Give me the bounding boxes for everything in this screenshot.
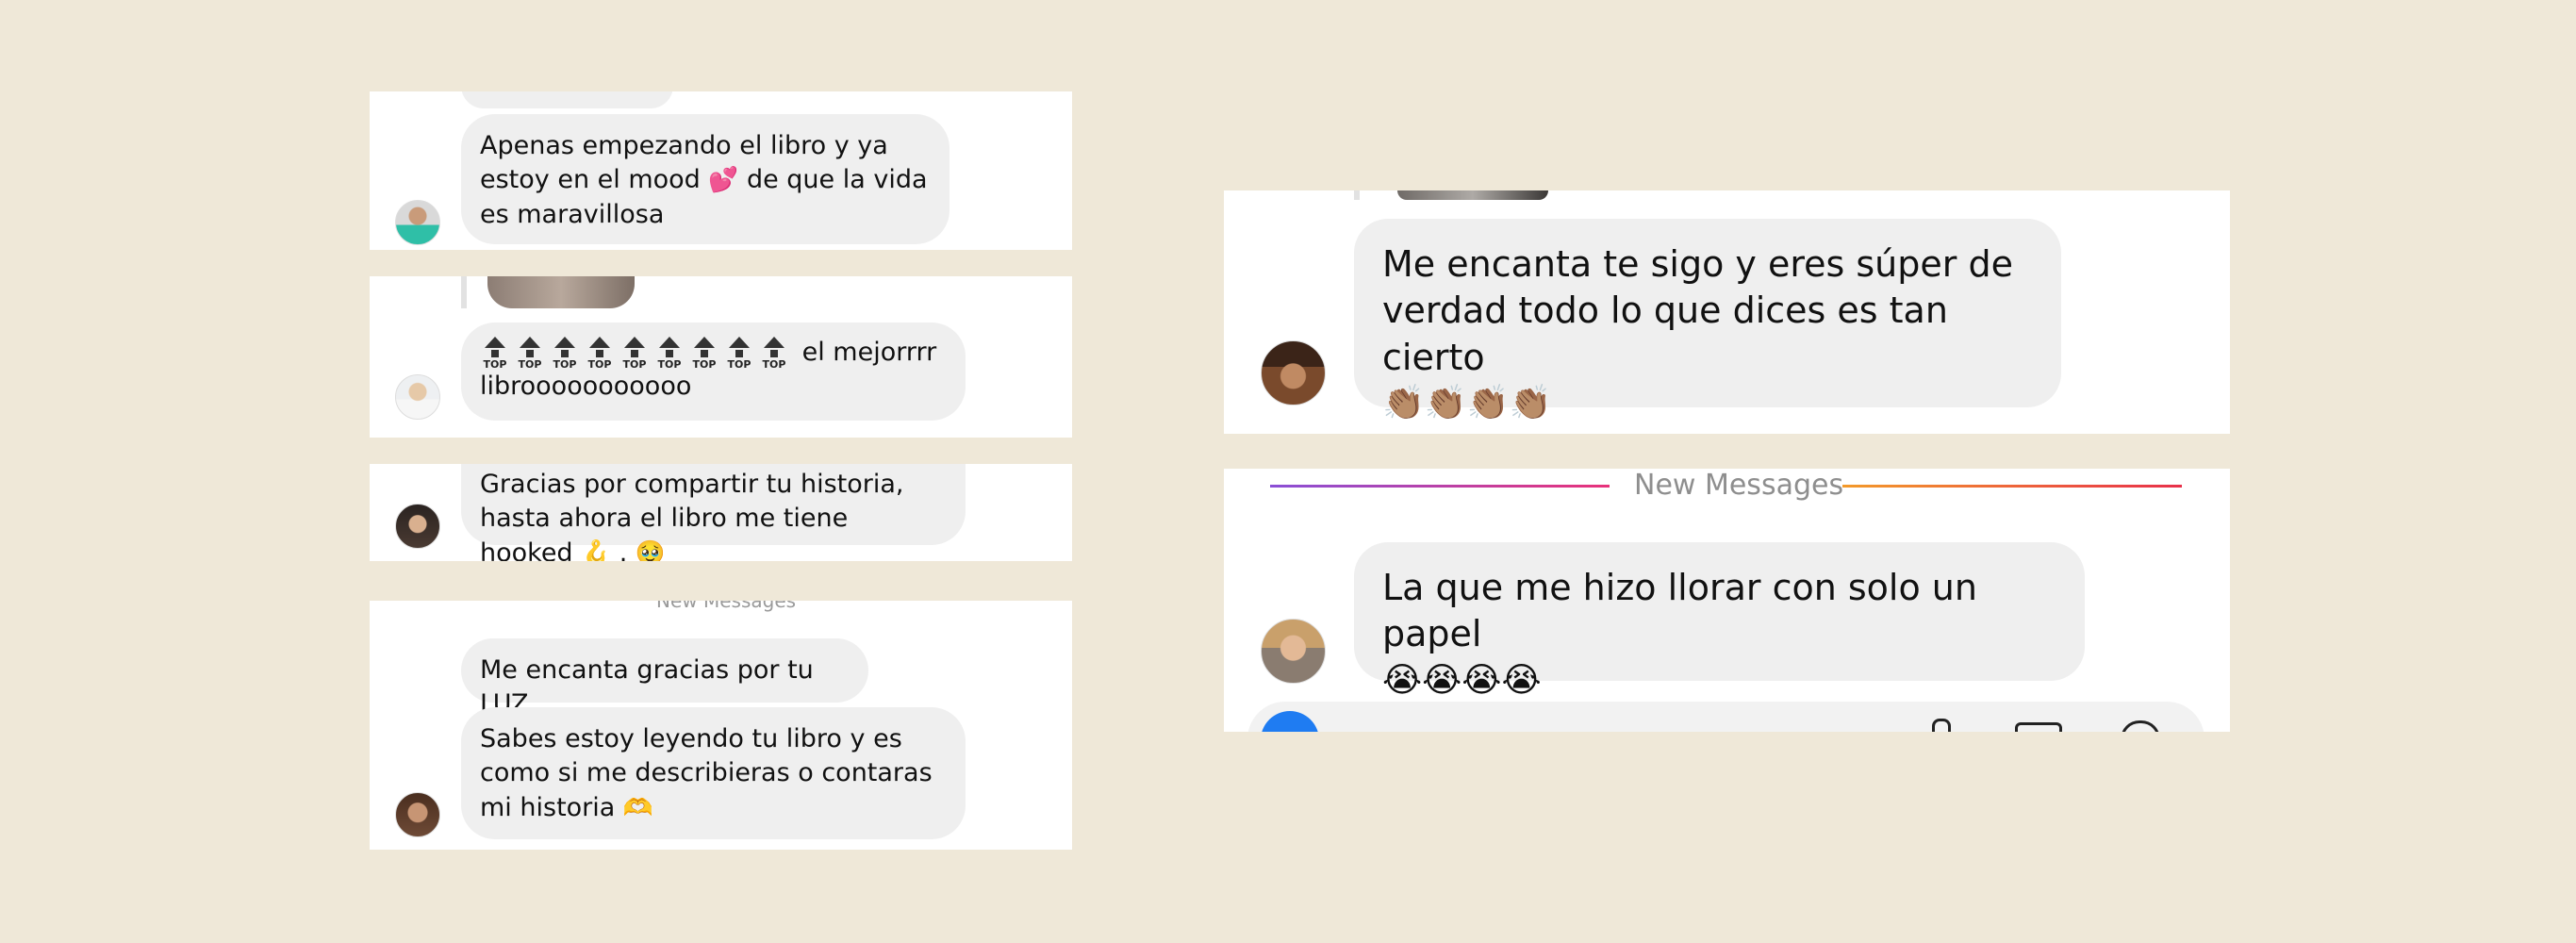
reply-thread-line bbox=[1354, 190, 1360, 200]
top-arrow-icon: TOP bbox=[724, 337, 754, 370]
message-bubble[interactable]: TOP TOP TOP TOP TOP TOP TOP TOP TOP el mejorrrr … bbox=[461, 323, 966, 421]
chat-card-4: New Messages Me encanta gracias por tu L… bbox=[370, 601, 1072, 850]
top-arrow-icon: TOP bbox=[619, 337, 650, 370]
message-composer[interactable] bbox=[1247, 702, 2204, 732]
heart-hands-emoji: 🫶 bbox=[622, 793, 653, 822]
two-hearts-emoji: 💕 bbox=[708, 166, 739, 195]
new-messages-line-left bbox=[1270, 485, 1610, 488]
message-bubble[interactable]: Me encanta gracias por tu LUZ bbox=[461, 638, 868, 719]
chat-card-5: Me encanta te sigo y eres súper de verda… bbox=[1224, 190, 2230, 434]
top-arrow-icon: TOP bbox=[480, 337, 510, 370]
top-arrow-icon: TOP bbox=[585, 337, 615, 370]
chat-card-2: TOP TOP TOP TOP TOP TOP TOP TOP TOP el mejorrrr … bbox=[370, 276, 1072, 438]
top-arrow-icon: TOP bbox=[550, 337, 580, 370]
message-bubble[interactable]: Gracias por compartir tu historia, hasta… bbox=[461, 464, 966, 561]
previous-bubble-edge bbox=[461, 91, 673, 108]
chat-card-3: Gracias por compartir tu historia, hasta… bbox=[370, 464, 1072, 561]
new-messages-divider-partial: New Messages bbox=[656, 601, 797, 612]
top-arrow-icon: TOP bbox=[515, 337, 545, 370]
new-messages-label: New Messages bbox=[1634, 469, 1844, 502]
clapping-hands-emoji: 👏🏽👏🏽👏🏽👏🏽 bbox=[1382, 383, 1552, 423]
avatar-woman-teal[interactable] bbox=[395, 200, 440, 245]
sticker-icon[interactable] bbox=[2121, 720, 2160, 732]
chat-card-1: Apenas empezando el libro y ya estoy en … bbox=[370, 91, 1072, 250]
microphone-icon[interactable] bbox=[1932, 719, 1951, 732]
avatar-woman-dark-hair[interactable] bbox=[395, 504, 440, 549]
message-bubble[interactable]: Apenas empezando el libro y ya estoy en … bbox=[461, 114, 949, 244]
avatar-woman-light[interactable] bbox=[395, 374, 440, 420]
pleading-face-emoji: 🥹 bbox=[635, 538, 666, 561]
avatar-man-hat[interactable] bbox=[1261, 340, 1326, 405]
shared-photo-thumbnail[interactable] bbox=[1397, 190, 1548, 200]
avatar-woman-blonde[interactable] bbox=[1261, 619, 1326, 684]
avatar-woman-curly[interactable] bbox=[395, 792, 440, 837]
shared-photo-thumbnail[interactable] bbox=[487, 276, 635, 308]
crying-face-emoji: 😭😭😭😭 bbox=[1382, 659, 1542, 700]
top-arrow-icon: TOP bbox=[759, 337, 789, 370]
message-bubble[interactable]: Sabes estoy leyendo tu libro y es como s… bbox=[461, 707, 966, 839]
gallery-icon[interactable] bbox=[2015, 722, 2062, 732]
top-arrow-icon: TOP bbox=[689, 337, 719, 370]
reply-thread-line bbox=[461, 276, 467, 308]
new-messages-line-right bbox=[1842, 485, 2182, 488]
chat-card-6: New Messages La que me hizo llorar con s… bbox=[1224, 469, 2230, 732]
hook-emoji: 🪝 bbox=[581, 538, 612, 561]
camera-icon[interactable] bbox=[1261, 711, 1319, 732]
top-emoji-row: TOP TOP TOP TOP TOP TOP TOP TOP TOP bbox=[480, 337, 802, 370]
message-bubble[interactable]: La que me hizo llorar con solo un papel … bbox=[1354, 542, 2085, 700]
top-arrow-icon: TOP bbox=[654, 337, 685, 370]
message-bubble[interactable]: Me encanta te sigo y eres súper de verda… bbox=[1354, 219, 2061, 422]
